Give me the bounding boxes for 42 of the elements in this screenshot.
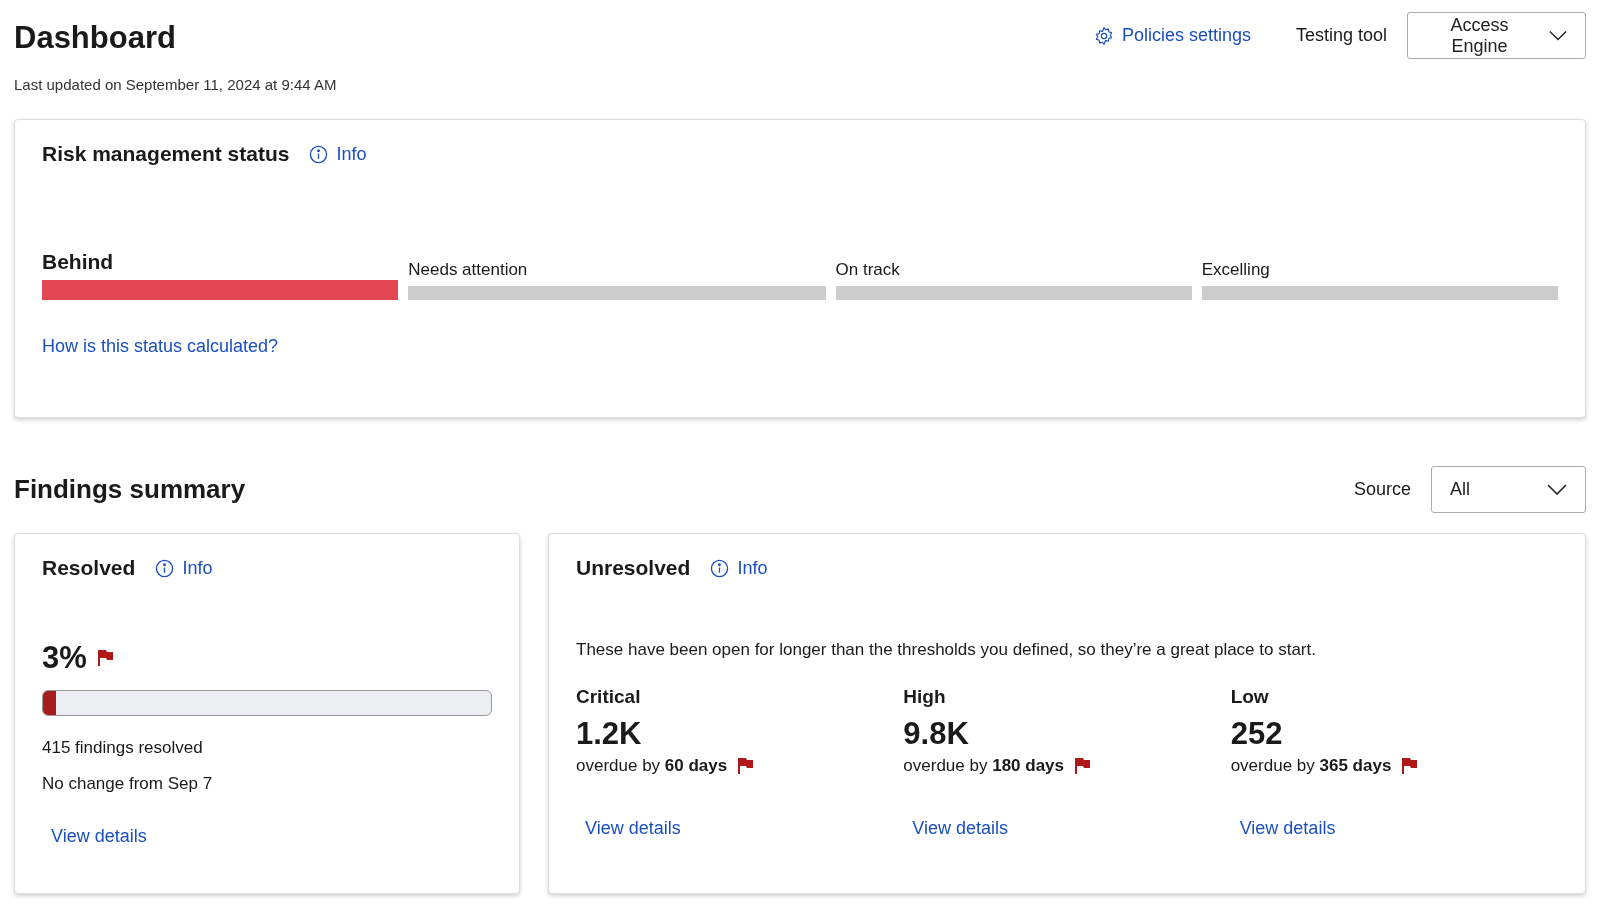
change-text: No change from Sep 7	[42, 774, 214, 794]
source-label: Source	[1353, 479, 1411, 500]
severity-label: High	[903, 686, 947, 708]
resolved-percent: 3%	[42, 640, 87, 676]
status-label: Behind	[42, 250, 115, 274]
status-label: Needs attention	[408, 260, 529, 280]
section-title: Findings summary	[14, 474, 246, 505]
status-calculation-link[interactable]: How is this status calculated?	[42, 336, 279, 357]
info-link[interactable]: Info	[710, 557, 768, 579]
overdue-text: overdue by 365 days	[1230, 756, 1392, 776]
overdue-text: overdue by 60 days	[576, 756, 728, 776]
info-link[interactable]: Info	[309, 143, 367, 165]
source-dropdown[interactable]: All	[1431, 466, 1586, 513]
severity-label: Low	[1230, 686, 1270, 708]
policies-settings-link[interactable]: Policies settings	[1093, 25, 1251, 46]
caret-icon	[1549, 30, 1567, 41]
overdue-count: 1.2K	[576, 716, 642, 752]
status-label: Excelling	[1201, 260, 1271, 280]
view-details-link[interactable]: View details	[1239, 818, 1336, 839]
status-label: On track	[835, 260, 901, 280]
info-icon	[155, 558, 175, 578]
testing-tool-dropdown[interactable]: Access Engine	[1407, 12, 1586, 59]
view-details-link[interactable]: View details	[51, 826, 147, 847]
caret-icon	[1547, 484, 1567, 495]
info-link[interactable]: Info	[155, 557, 213, 579]
resolved-count-text: 415 findings resolved	[42, 738, 204, 758]
overdue-count: 252	[1230, 716, 1283, 752]
overdue-text: overdue by 180 days	[903, 756, 1064, 776]
info-icon	[309, 144, 329, 164]
last-updated-text: Last updated on September 11, 2024 at 9:44 AM	[14, 76, 337, 93]
page-title: Dashboard	[14, 20, 177, 56]
card-title: Unresolved	[576, 556, 691, 580]
info-icon	[710, 558, 730, 578]
card-title: Resolved	[42, 556, 136, 580]
view-details-link[interactable]: View details	[585, 818, 681, 839]
description-text: These have been open for longer than the thresholds you defined, so they’re a great place to start.	[576, 640, 1317, 660]
view-details-link[interactable]: View details	[912, 818, 1009, 839]
overdue-count: 9.8K	[903, 716, 969, 752]
settings-icon	[1093, 25, 1114, 46]
card-title: Risk management status	[42, 142, 290, 166]
testing-tool-label: Testing tool	[1295, 25, 1387, 46]
severity-label: Critical	[576, 686, 642, 708]
